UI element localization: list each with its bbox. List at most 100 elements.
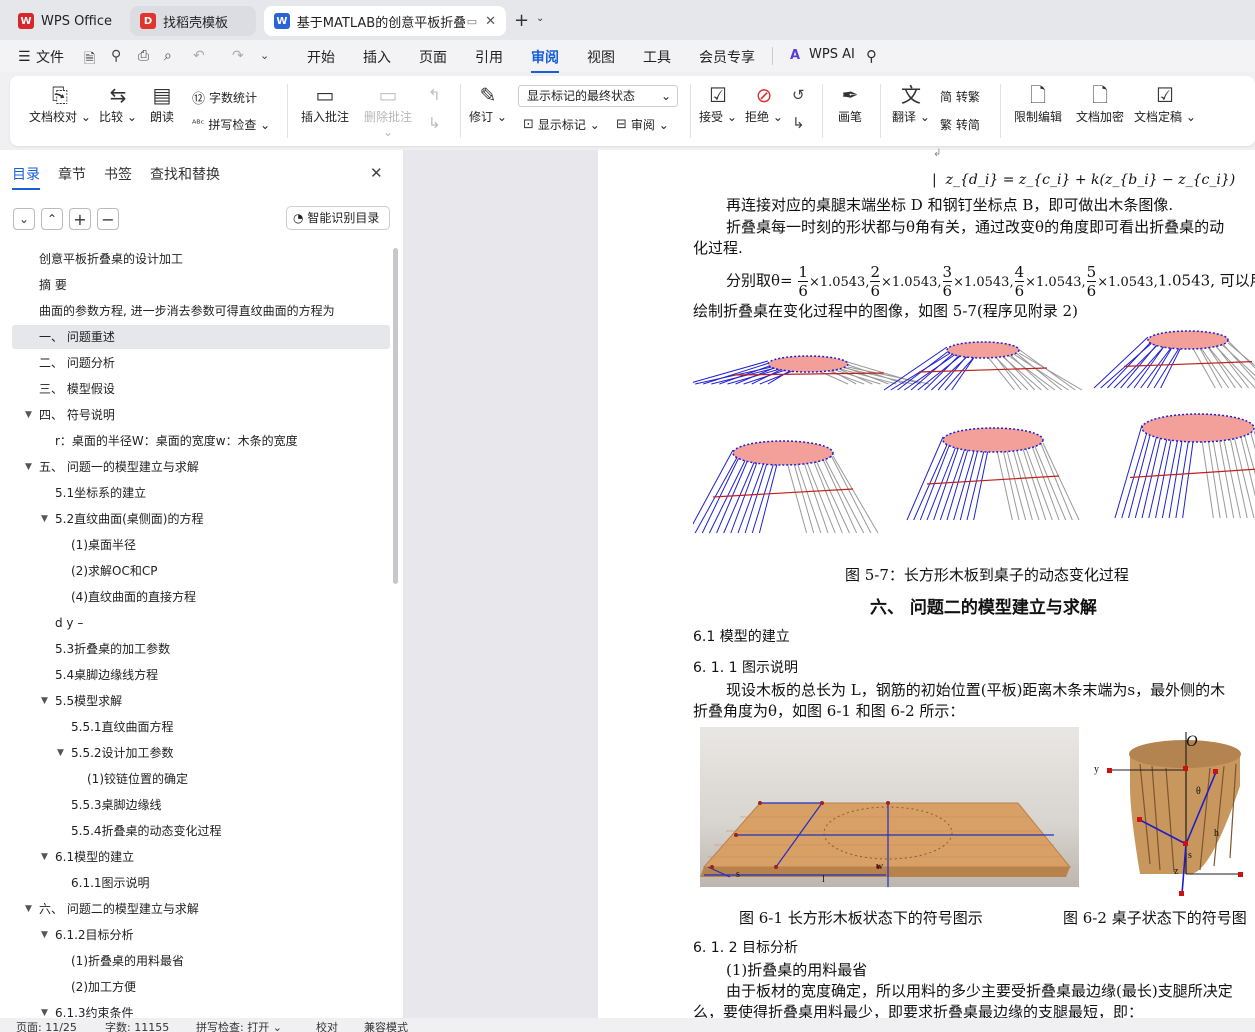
save-icon[interactable]: 🗎	[84, 48, 95, 72]
menu-insert[interactable]: 插入	[363, 47, 391, 67]
menu-page[interactable]: 页面	[419, 47, 447, 67]
remove-heading-button[interactable]: −	[97, 208, 119, 230]
restrict-edit-button[interactable]: 🗋 限制编辑	[1008, 82, 1068, 125]
menu-wps-ai[interactable]: WPS AI	[809, 47, 855, 62]
print-preview-icon[interactable]: ⌕	[164, 48, 172, 64]
finalize-button[interactable]: ☑ 文档定稿 ⌄	[1132, 82, 1198, 125]
close-icon[interactable]: ✕	[485, 14, 496, 29]
reject-button[interactable]: ⊘ 拒绝 ⌄	[744, 82, 784, 125]
tab-template[interactable]: D 找稻壳模板	[130, 6, 256, 36]
status-spell[interactable]: 拼写检查: 打开 ⌄	[196, 1019, 282, 1032]
toc-item[interactable]: 五、 问题一的模型建立与求解	[39, 455, 199, 479]
toc-item[interactable]: 三、 模型假设	[39, 377, 115, 401]
add-heading-button[interactable]: +	[69, 208, 91, 230]
revise-button[interactable]: ✎ 修订 ⌄	[468, 82, 508, 125]
chevron-down-icon[interactable]: ⌄	[260, 49, 269, 62]
share-icon[interactable]: ⚲	[111, 48, 121, 64]
toc-item[interactable]: 曲面的参数方程, 进一步消去参数可得直纹曲面的方程为	[39, 299, 335, 323]
expand-caret-icon[interactable]: ▼	[41, 930, 48, 940]
hamburger-icon[interactable]: ☰	[18, 49, 31, 65]
toc-item[interactable]: (1)铰链位置的确定	[87, 767, 188, 791]
toc-item[interactable]: 6.1.1图示说明	[71, 871, 150, 895]
expand-caret-icon[interactable]: ▼	[25, 462, 32, 472]
document-page[interactable]: ↲ | z_{d_i} = z_{c_i} + k(z_{b_i} − z_{c…	[598, 148, 1255, 1021]
search-icon[interactable]: ⚲	[866, 47, 877, 65]
toc-item[interactable]: 5.1坐标系的建立	[55, 481, 146, 505]
insert-comment-button[interactable]: ▭ 插入批注	[296, 82, 354, 125]
toc-item[interactable]: 5.5模型求解	[55, 689, 122, 713]
toc-item[interactable]: 6.1模型的建立	[55, 845, 134, 869]
expand-caret-icon[interactable]: ▼	[57, 748, 64, 758]
status-proof[interactable]: 校对	[316, 1019, 338, 1032]
undo-icon[interactable]: ↶	[193, 48, 205, 64]
next-change-icon[interactable]: ↳	[792, 114, 805, 132]
delete-comment-button[interactable]: ▭ 删除批注 ⌄	[358, 82, 418, 139]
toc-item[interactable]: 5.5.1直纹曲面方程	[71, 715, 174, 739]
menu-tools[interactable]: 工具	[643, 47, 671, 67]
status-page[interactable]: 页面: 11/25	[16, 1019, 77, 1032]
toc-item[interactable]: (2)求解OC和CP	[71, 559, 157, 583]
toc-item[interactable]: 一、 问题重述	[12, 325, 390, 349]
doc-check-button[interactable]: ⎘ 文档校对 ⌄	[28, 82, 92, 125]
tab-toc[interactable]: 目录	[12, 164, 40, 190]
toc-item[interactable]: 5.5.4折叠桌的动态变化过程	[71, 819, 222, 843]
redo-icon[interactable]: ↷	[232, 48, 244, 64]
toc-item[interactable]: 5.4桌脚边缘线方程	[55, 663, 158, 687]
toc-item[interactable]: 六、 问题二的模型建立与求解	[39, 897, 199, 921]
toc-item[interactable]: 创意平板折叠桌的设计加工	[39, 247, 183, 271]
tab-document[interactable]: W 基于MATLAB的创意平板折叠 ▭ ✕	[264, 6, 506, 36]
toc-item[interactable]: 5.3折叠桌的加工参数	[55, 637, 170, 661]
smart-toc-button[interactable]: ◔ 智能识别目录	[286, 206, 390, 230]
menu-view[interactable]: 视图	[587, 47, 615, 67]
scrollbar-thumb[interactable]	[393, 248, 398, 584]
to-simplified-button[interactable]: 繁 转简	[940, 116, 980, 133]
print-icon[interactable]: ⎙	[138, 48, 149, 64]
expand-caret-icon[interactable]: ▼	[25, 410, 32, 420]
toc-item[interactable]: 摘 要	[39, 273, 67, 297]
collapse-down-button[interactable]: ⌄	[13, 208, 35, 230]
toc-item[interactable]: 二、 问题分析	[39, 351, 115, 375]
tab-sections[interactable]: 章节	[58, 164, 86, 184]
new-tab-icon[interactable]: +	[514, 10, 529, 31]
chevron-down-icon[interactable]: ⌄	[536, 13, 544, 24]
menu-reference[interactable]: 引用	[475, 47, 503, 67]
menu-home[interactable]: 开始	[307, 47, 335, 67]
collapse-up-button[interactable]: ⌃	[41, 208, 63, 230]
close-icon[interactable]: ✕	[370, 164, 383, 182]
show-markup-button[interactable]: ⊡ 显示标记 ⌄	[523, 116, 600, 133]
read-aloud-button[interactable]: ▤ 朗读	[144, 82, 180, 125]
expand-caret-icon[interactable]: ▼	[41, 852, 48, 862]
spell-check-button[interactable]: ᴬᴮᶜ 拼写检查 ⌄	[192, 116, 270, 133]
toc-item[interactable]: 6.1.2目标分析	[55, 923, 134, 947]
encrypt-button[interactable]: 🗋 文档加密	[1070, 82, 1130, 125]
prev-change-icon[interactable]: ↺	[792, 86, 805, 104]
toc-item[interactable]: r：桌面的半径W：桌面的宽度w：木条的宽度	[55, 429, 298, 453]
toc-item[interactable]: d y –	[55, 611, 83, 635]
to-traditional-button[interactable]: 简 转繁	[940, 88, 980, 105]
toc-item[interactable]: (2)加工方便	[71, 975, 136, 999]
menu-file[interactable]: 文件	[36, 47, 64, 67]
toc-item[interactable]: 5.5.2设计加工参数	[71, 741, 174, 765]
word-count-button[interactable]: ⑫ 字数统计	[192, 88, 257, 107]
tab-find-replace[interactable]: 查找和替换	[150, 164, 220, 184]
accept-button[interactable]: ☑ 接受 ⌄	[698, 82, 738, 125]
compare-button[interactable]: ⇆ 比较 ⌄	[96, 82, 140, 125]
expand-caret-icon[interactable]: ▼	[41, 514, 48, 524]
markup-state-select[interactable]: 显示标记的最终状态 ⌄	[518, 85, 678, 107]
expand-caret-icon[interactable]: ▼	[41, 1008, 48, 1018]
toc-item[interactable]: (1)桌面半径	[71, 533, 136, 557]
tab-bookmarks[interactable]: 书签	[104, 164, 132, 184]
toc-item[interactable]: 5.5.3桌脚边缘线	[71, 793, 162, 817]
translate-button[interactable]: 文 翻译 ⌄	[888, 82, 934, 125]
toc-item[interactable]: 5.2直纹曲面(桌侧面)的方程	[55, 507, 203, 531]
expand-caret-icon[interactable]: ▼	[25, 904, 32, 914]
tab-wps-office[interactable]: W WPS Office	[8, 6, 124, 36]
review-pane-button[interactable]: ⊟ 审阅 ⌄	[616, 116, 669, 133]
status-words[interactable]: 字数: 11155	[105, 1019, 169, 1032]
toc-item[interactable]: (4)直纹曲面的直接方程	[71, 585, 196, 609]
toc-item[interactable]: 四、 符号说明	[39, 403, 115, 427]
pen-button[interactable]: ✒ 画笔	[830, 82, 870, 125]
prev-comment-icon[interactable]: ↰	[428, 86, 441, 104]
toc-item[interactable]: (1)折叠桌的用料最省	[71, 949, 184, 973]
menu-review[interactable]: 审阅	[531, 47, 559, 73]
